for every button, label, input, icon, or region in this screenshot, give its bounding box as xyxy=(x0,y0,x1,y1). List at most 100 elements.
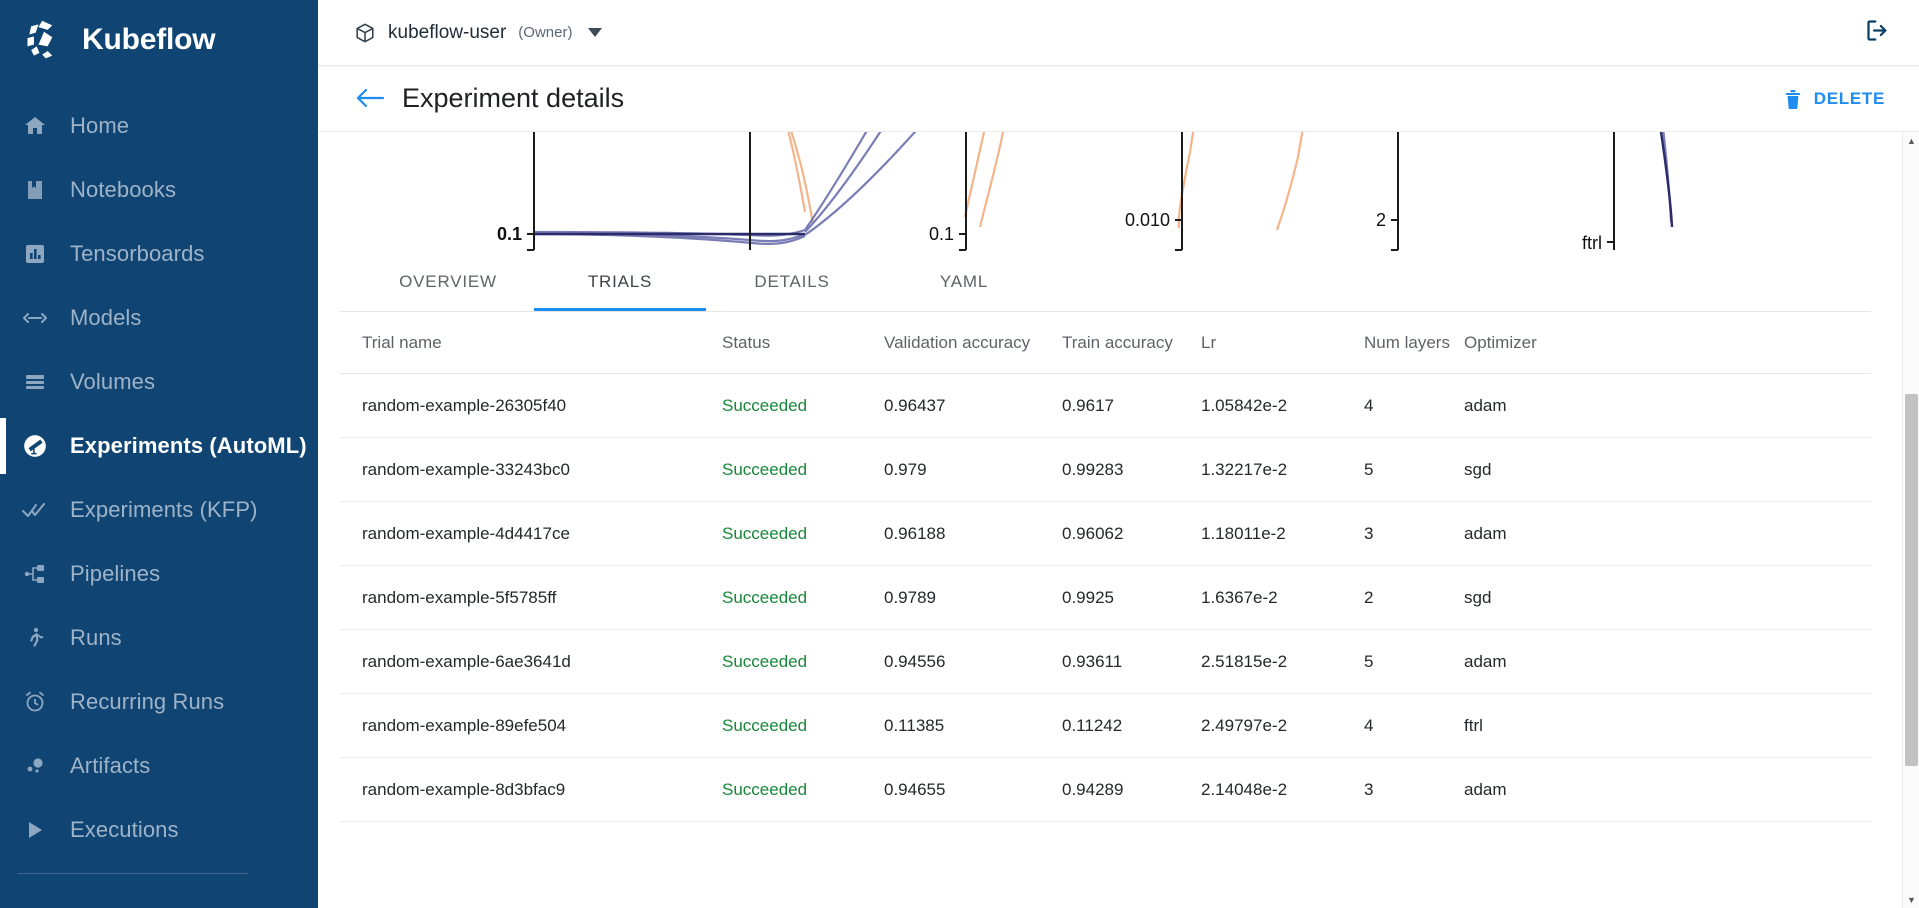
brand[interactable]: Kubeflow xyxy=(0,0,318,80)
sidebar-item-label: Runs xyxy=(70,625,122,651)
main-area: kubeflow-user (Owner) Experiment details xyxy=(318,0,1919,908)
content-scroll-area: 0.1 0.1 0.010 2 ftrl OVERVIEW TRIAL xyxy=(318,132,1919,908)
cell-validation-accuracy: 0.9789 xyxy=(884,588,1062,608)
cell-trial-name[interactable]: random-example-89efe504 xyxy=(362,716,722,736)
column-header-lr[interactable]: Lr xyxy=(1201,333,1364,353)
sidebar-item-label: Executions xyxy=(70,817,179,843)
sidebar-item-home[interactable]: Home xyxy=(0,94,318,158)
cell-num-layers: 4 xyxy=(1364,716,1464,736)
notebook-icon xyxy=(22,177,48,203)
brand-label: Kubeflow xyxy=(82,23,215,57)
cell-validation-accuracy: 0.11385 xyxy=(884,716,1062,736)
delete-label: DELETE xyxy=(1814,89,1885,109)
status-badge: Succeeded xyxy=(722,460,884,480)
column-header-train-accuracy[interactable]: Train accuracy xyxy=(1062,333,1201,353)
cell-lr: 2.49797e-2 xyxy=(1201,716,1364,736)
cell-lr: 2.51815e-2 xyxy=(1201,652,1364,672)
bar-chart-icon xyxy=(22,241,48,267)
namespace-role: (Owner) xyxy=(518,24,572,41)
status-badge: Succeeded xyxy=(722,588,884,608)
cell-num-layers: 3 xyxy=(1364,524,1464,544)
cell-num-layers: 2 xyxy=(1364,588,1464,608)
telescope-icon xyxy=(22,433,48,459)
tab-details[interactable]: DETAILS xyxy=(706,253,878,311)
column-header-trial-name[interactable]: Trial name xyxy=(362,333,722,353)
cell-trial-name[interactable]: random-example-33243bc0 xyxy=(362,460,722,480)
chevron-up-icon[interactable]: ▲ xyxy=(1903,132,1919,149)
table-row[interactable]: random-example-89efe504 Succeeded 0.1138… xyxy=(340,694,1871,758)
sidebar-item-label: Volumes xyxy=(70,369,155,395)
chevron-down-icon[interactable]: ▼ xyxy=(1903,891,1919,908)
cell-lr: 1.6367e-2 xyxy=(1201,588,1364,608)
tab-yaml[interactable]: YAML xyxy=(878,253,1050,311)
sidebar-item-experiments-kfp[interactable]: Experiments (KFP) xyxy=(0,478,318,542)
sidebar-nav: Home Notebooks Tensorboards Models xyxy=(0,94,318,862)
sidebar-item-recurring-runs[interactable]: Recurring Runs xyxy=(0,670,318,734)
sidebar-item-volumes[interactable]: Volumes xyxy=(0,350,318,414)
cell-num-layers: 5 xyxy=(1364,460,1464,480)
column-header-optimizer[interactable]: Optimizer xyxy=(1464,333,1871,353)
cell-num-layers: 3 xyxy=(1364,780,1464,800)
axis-tick-label: 0.1 xyxy=(497,224,522,244)
sidebar-item-label: Pipelines xyxy=(70,561,160,587)
cell-optimizer: adam xyxy=(1464,652,1871,672)
namespace-selector[interactable]: kubeflow-user (Owner) xyxy=(354,22,602,44)
sidebar-item-label: Home xyxy=(70,113,129,139)
sidebar-item-executions[interactable]: Executions xyxy=(0,798,318,862)
cell-train-accuracy: 0.9925 xyxy=(1062,588,1201,608)
cell-optimizer: sgd xyxy=(1464,588,1871,608)
top-bar: kubeflow-user (Owner) xyxy=(318,0,1919,66)
sidebar-item-pipelines[interactable]: Pipelines xyxy=(0,542,318,606)
cell-validation-accuracy: 0.94655 xyxy=(884,780,1062,800)
trials-table: Trial name Status Validation accuracy Tr… xyxy=(318,312,1919,822)
tab-overview[interactable]: OVERVIEW xyxy=(362,253,534,311)
sidebar-item-experiments-automl[interactable]: Experiments (AutoML) xyxy=(0,414,318,478)
status-badge: Succeeded xyxy=(722,780,884,800)
cell-trial-name[interactable]: random-example-26305f40 xyxy=(362,396,722,416)
cell-train-accuracy: 0.94289 xyxy=(1062,780,1201,800)
status-badge: Succeeded xyxy=(722,524,884,544)
cell-trial-name[interactable]: random-example-4d4417ce xyxy=(362,524,722,544)
cell-trial-name[interactable]: random-example-6ae3641d xyxy=(362,652,722,672)
scrollbar-thumb[interactable] xyxy=(1905,394,1918,766)
sidebar-item-label: Tensorboards xyxy=(70,241,205,267)
cell-optimizer: adam xyxy=(1464,524,1871,544)
table-row[interactable]: random-example-5f5785ff Succeeded 0.9789… xyxy=(340,566,1871,630)
column-header-validation-accuracy[interactable]: Validation accuracy xyxy=(884,333,1062,353)
tab-label: DETAILS xyxy=(754,272,829,292)
alarm-clock-icon xyxy=(22,689,48,715)
sidebar-item-runs[interactable]: Runs xyxy=(0,606,318,670)
sidebar-item-tensorboards[interactable]: Tensorboards xyxy=(0,222,318,286)
cell-lr: 2.14048e-2 xyxy=(1201,780,1364,800)
delete-button[interactable]: DELETE xyxy=(1775,82,1893,116)
table-row[interactable]: random-example-33243bc0 Succeeded 0.979 … xyxy=(340,438,1871,502)
cell-train-accuracy: 0.93611 xyxy=(1062,652,1201,672)
sidebar-item-label: Notebooks xyxy=(70,177,176,203)
sidebar-item-models[interactable]: Models xyxy=(0,286,318,350)
table-row[interactable]: random-example-8d3bfac9 Succeeded 0.9465… xyxy=(340,758,1871,822)
table-header-row: Trial name Status Validation accuracy Tr… xyxy=(340,312,1871,374)
status-badge: Succeeded xyxy=(722,716,884,736)
table-row[interactable]: random-example-4d4417ce Succeeded 0.9618… xyxy=(340,502,1871,566)
sidebar-item-artifacts[interactable]: Artifacts xyxy=(0,734,318,798)
vertical-scrollbar[interactable]: ▲ ▼ xyxy=(1902,132,1919,908)
package-icon xyxy=(354,22,376,44)
tab-label: OVERVIEW xyxy=(399,272,497,292)
table-row[interactable]: random-example-6ae3641d Succeeded 0.9455… xyxy=(340,630,1871,694)
arrow-left-icon[interactable] xyxy=(354,85,388,113)
sidebar-item-notebooks[interactable]: Notebooks xyxy=(0,158,318,222)
cell-validation-accuracy: 0.96437 xyxy=(884,396,1062,416)
cell-train-accuracy: 0.11242 xyxy=(1062,716,1201,736)
column-header-num-layers[interactable]: Num layers xyxy=(1364,333,1464,353)
cell-trial-name[interactable]: random-example-5f5785ff xyxy=(362,588,722,608)
column-header-status[interactable]: Status xyxy=(722,333,884,353)
cell-trial-name[interactable]: random-example-8d3bfac9 xyxy=(362,780,722,800)
page-header: Experiment details DELETE xyxy=(318,66,1919,132)
code-arrows-icon xyxy=(22,305,48,331)
cell-optimizer: ftrl xyxy=(1464,716,1871,736)
cell-validation-accuracy: 0.979 xyxy=(884,460,1062,480)
table-row[interactable]: random-example-26305f40 Succeeded 0.9643… xyxy=(340,374,1871,438)
tab-trials[interactable]: TRIALS xyxy=(534,253,706,311)
axis-tick-label: ftrl xyxy=(1582,233,1602,253)
logout-button[interactable] xyxy=(1857,13,1897,53)
